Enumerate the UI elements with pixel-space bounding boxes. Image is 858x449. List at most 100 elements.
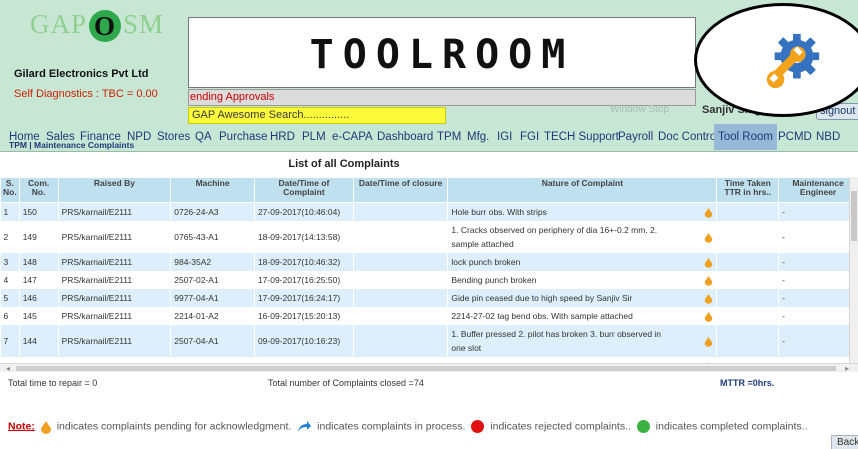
- nav-tech-support[interactable]: TECH Support: [544, 131, 619, 143]
- cell-raised-by: PRS/karnail/E2111: [58, 271, 172, 289]
- scroll-right-icon[interactable]: ▸: [845, 364, 849, 373]
- header-machine: Machine: [170, 177, 255, 203]
- company-logo: GAP O SM: [30, 8, 164, 42]
- nav-plm[interactable]: PLM: [302, 131, 326, 143]
- page: GAP O SM Gilard Electronics Pvt Ltd Self D…: [0, 0, 858, 449]
- nav-fgi[interactable]: FGI: [520, 131, 539, 143]
- nav-dashboard[interactable]: Dashboard: [377, 131, 433, 143]
- wrench-gear-icon[interactable]: [762, 31, 824, 93]
- cell-engineer: -: [778, 221, 858, 253]
- horizontal-scrollbar[interactable]: ◂ ▸: [0, 363, 858, 373]
- completed-dot-icon: [636, 420, 650, 433]
- nav-payroll[interactable]: Payroll: [618, 131, 653, 143]
- vertical-scrollbar[interactable]: [849, 177, 858, 363]
- complaint-text: 1. Buffer pressed 2. pilot has broken 3.…: [451, 329, 662, 353]
- pending-drop-icon[interactable]: [704, 336, 713, 347]
- cell-complaint-time: 18-09-2017(14:13:58): [254, 221, 354, 253]
- cell-sno: 3: [0, 253, 20, 271]
- cell-raised-by: PRS/karnail/E2111: [58, 325, 172, 357]
- cell-nature: Gide pin ceased due to high speed by San…: [447, 289, 718, 307]
- table-row[interactable]: 4 147 PRS/karnail/E2111 2507-02-A1 17-09-201…: [0, 271, 858, 289]
- cell-complaint-time: 18-09-2017(10:46:32): [254, 253, 354, 271]
- window-stop-link[interactable]: Window Stop: [610, 104, 669, 115]
- table-row[interactable]: 7 144 PRS/karnail/E2111 2507-04-A1 09-09-201…: [0, 325, 858, 357]
- mttr-value: MTTR =0hrs.: [720, 378, 775, 388]
- nav-pcmd[interactable]: PCMD: [778, 131, 812, 143]
- cell-complaint-time: 27-09-2017(10:46:04): [254, 202, 354, 221]
- complaint-text: 1. Cracks observed on periphery of dia 1…: [451, 225, 658, 249]
- cell-nature: 1. Buffer pressed 2. pilot has broken 3.…: [447, 325, 718, 357]
- cell-comno: 147: [19, 271, 59, 289]
- search-input[interactable]: GAP Awesome Search...............: [188, 107, 446, 124]
- note-label: Note:: [8, 420, 35, 433]
- pending-drop-icon: [40, 420, 51, 434]
- cell-ttr: [716, 253, 780, 271]
- cell-ttr: [716, 271, 780, 289]
- table-row[interactable]: 3 148 PRS/karnail/E2111 984-35A2 18-09-2017(…: [0, 253, 858, 271]
- back-button[interactable]: Back: [831, 435, 858, 449]
- cell-complaint-time: 09-09-2017(10:16:23): [254, 325, 354, 357]
- cell-complaint-time: 17-09-2017(16:25:50): [254, 271, 354, 289]
- company-name: Gilard Electronics Pvt Ltd: [14, 68, 149, 80]
- vertical-scroll-thumb[interactable]: [851, 191, 857, 241]
- table-header-row: S. No. Com. No. Raised By Machine Date/T…: [0, 177, 858, 203]
- cell-closure-time: [353, 307, 449, 325]
- cell-ttr: [716, 325, 780, 357]
- cell-ttr: [716, 202, 780, 221]
- cell-engineer: -: [778, 307, 858, 325]
- cell-comno: 144: [19, 325, 59, 357]
- table-row[interactable]: 5 146 PRS/karnail/E2111 9977-04-A1 17-09-201…: [0, 289, 858, 307]
- header-engineer: Maintenance Engineer: [778, 177, 858, 203]
- toolroom-banner: TOOLROOM: [188, 17, 696, 88]
- cell-sno: 5: [0, 289, 20, 307]
- nav-qa[interactable]: QA: [195, 131, 212, 143]
- pending-drop-icon[interactable]: [704, 311, 713, 322]
- complaints-table: S. No. Com. No. Raised By Machine Date/T…: [0, 177, 858, 363]
- cell-machine: 0765-43-A1: [170, 221, 255, 253]
- nav-doc-control[interactable]: Doc Control: [658, 131, 719, 143]
- legend-pending: indicates complaints pending for acknowl…: [56, 420, 292, 433]
- header-time-taken: Time Taken TTR in hrs..: [716, 177, 780, 203]
- pending-drop-icon[interactable]: [704, 293, 713, 304]
- complaint-text: Bending punch broken: [451, 275, 537, 285]
- cell-ttr: [716, 289, 780, 307]
- pending-drop-icon[interactable]: [704, 207, 713, 218]
- cell-raised-by: PRS/karnail/E2111: [58, 289, 172, 307]
- cell-closure-time: [353, 202, 449, 221]
- table-row[interactable]: 6 145 PRS/karnail/E2111 2214-01-A2 16-09-201…: [0, 307, 858, 325]
- total-time-repair: Total time to repair = 0: [8, 378, 98, 388]
- pending-drop-icon[interactable]: [704, 232, 713, 243]
- nav-tpm[interactable]: TPM: [437, 131, 461, 143]
- nav-mfg[interactable]: Mfg.: [467, 131, 489, 143]
- nav-nbd[interactable]: NBD: [816, 131, 840, 143]
- cell-closure-time: [353, 271, 449, 289]
- nav-igi[interactable]: IGI: [497, 131, 512, 143]
- cell-closure-time: [353, 289, 449, 307]
- cell-comno: 146: [19, 289, 59, 307]
- nav-hrd[interactable]: HRD: [270, 131, 295, 143]
- cell-comno: 150: [19, 202, 59, 221]
- cell-nature: 2214-27-02 tag bend obs. With sample att…: [447, 307, 718, 325]
- cell-machine: 2507-02-A1: [170, 271, 255, 289]
- total-complaints-closed: Total number of Complaints closed =74: [268, 378, 424, 388]
- pending-drop-icon[interactable]: [704, 257, 713, 268]
- legend-rejected: indicates rejected complaints..: [490, 420, 631, 433]
- pending-drop-icon[interactable]: [704, 275, 713, 286]
- table-row[interactable]: 1 150 PRS/karnail/E2111 0726-24-A3 27-09-201…: [0, 202, 858, 221]
- cell-raised-by: PRS/karnail/E2111: [58, 221, 172, 253]
- complaint-text: lock punch broken: [451, 257, 521, 267]
- breadcrumb: TPM | Maintenance Complaints: [9, 140, 135, 150]
- nav-purchase[interactable]: Purchase: [219, 131, 268, 143]
- complaint-text: 2214-27-02 tag bend obs. With sample att…: [451, 311, 633, 321]
- table-row[interactable]: 2 149 PRS/karnail/E2111 0765-43-A1 18-09-201…: [0, 221, 858, 253]
- scroll-left-icon[interactable]: ◂: [6, 364, 10, 373]
- cell-engineer: -: [778, 289, 858, 307]
- cell-raised-by: PRS/karnail/E2111: [58, 202, 172, 221]
- nav-stores[interactable]: Stores: [157, 131, 190, 143]
- nav-tool-room[interactable]: Tool Room: [714, 124, 777, 150]
- nav-e-capa[interactable]: e-CAPA: [332, 131, 373, 143]
- cell-complaint-time: 17-09-2017(16:24:17): [254, 289, 354, 307]
- horizontal-scroll-thumb[interactable]: [16, 366, 836, 371]
- cell-closure-time: [353, 325, 449, 357]
- header-comno: Com. No.: [18, 177, 59, 203]
